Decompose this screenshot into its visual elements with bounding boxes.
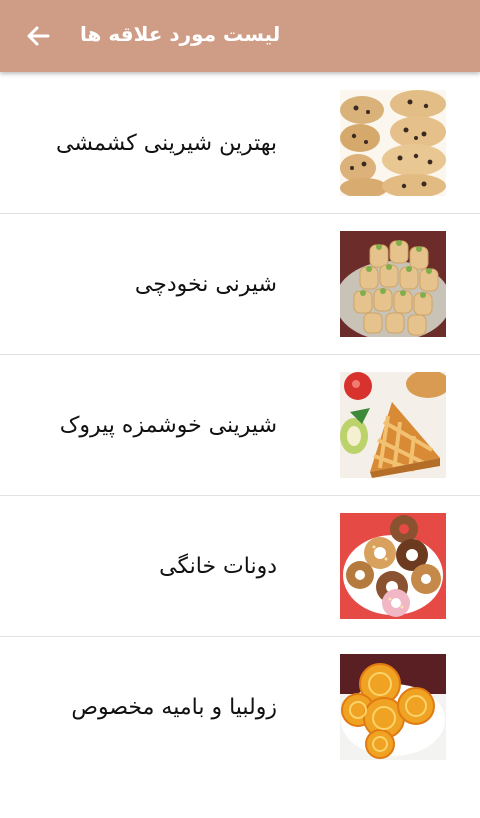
raisin-cookies-image (340, 90, 446, 196)
page-title: لیست مورد علاقه ها (80, 22, 281, 46)
zoolbia-image (340, 654, 446, 760)
list-item[interactable]: شیرنی نخودچی (0, 214, 480, 355)
list-item-title: دونات خانگی (159, 553, 277, 579)
list-item[interactable]: شیرینی خوشمزه پیروک (0, 355, 480, 496)
arrow-left-icon (27, 26, 50, 46)
list-item-title: شیرینی خوشمزه پیروک (59, 412, 277, 438)
list-item-title: بهترین شیرینی کشمشی (56, 130, 277, 156)
app-bar: لیست مورد علاقه ها (0, 0, 480, 72)
list-item-title: شیرنی نخودچی (134, 271, 277, 297)
list-item-title: زولبیا و بامیه مخصوص (71, 694, 277, 720)
list-item[interactable]: دونات خانگی (0, 496, 480, 637)
list-item[interactable]: بهترین شیرینی کشمشی (0, 73, 480, 214)
list-item[interactable]: زولبیا و بامیه مخصوص (0, 637, 480, 777)
favorites-list: بهترین شیرینی کشمشی شیرنی نخودچی شیرینی … (0, 73, 480, 777)
lattice-pie-image (340, 372, 446, 478)
donuts-image (340, 513, 446, 619)
chickpea-cookies-image (340, 231, 446, 337)
back-button[interactable] (18, 18, 58, 54)
